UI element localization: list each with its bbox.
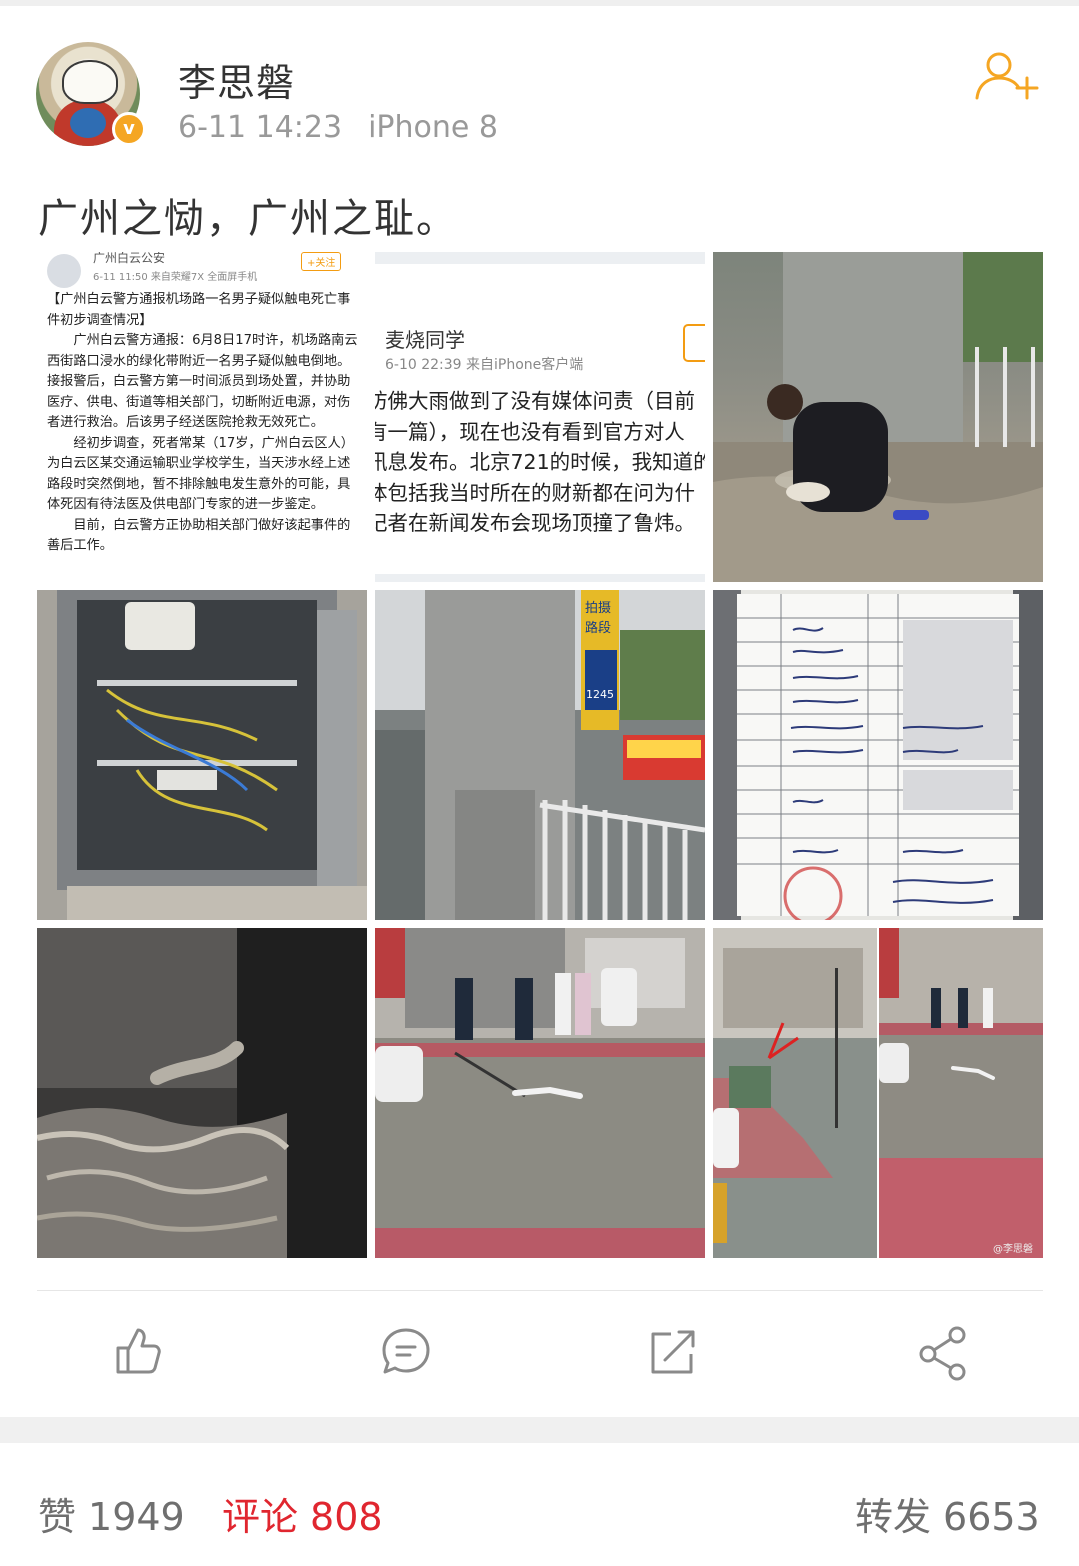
comments-tab[interactable]: 评论 808 — [222, 1486, 383, 1541]
likes-tab[interactable]: 赞 1949 — [38, 1486, 185, 1541]
bus-stop-number: 1245 — [586, 688, 614, 701]
screenshot-body: 彷佛大雨做到了没有媒体问责（目前 有一篇），现在也没有看到官方对人 讯息发布。北… — [375, 386, 705, 539]
screenshot-top-band — [375, 252, 705, 264]
post-time: 6-11 14:23 — [178, 110, 343, 145]
notice-paragraph: 目前，白云警方正协助相关部门做好该起事件的善后工作。 — [47, 517, 351, 554]
screenshot-line: 记者在新闻发布会现场顶撞了鲁炜。 — [375, 511, 695, 535]
screenshot-account: 麦烧同学 — [385, 328, 465, 352]
flood-rescue-photo — [713, 252, 1043, 582]
image-death-certificate[interactable] — [713, 590, 1043, 920]
follow-user-icon[interactable] — [975, 50, 1039, 104]
avatar-robe-emblem — [70, 108, 106, 138]
screenshot-line: 体包括我当时所在的财新都在问为什 — [375, 480, 695, 505]
image-street-pillar[interactable]: 拍摄 路段 1245 — [375, 590, 705, 920]
image-electric-cabinet[interactable] — [37, 590, 367, 920]
notice-follow: +关注 — [301, 252, 342, 271]
street-pillar-photo: 拍摄 路段 1245 — [375, 590, 705, 920]
image-flood-rescue[interactable] — [713, 252, 1043, 582]
image-grid: 广州白云公安 6-11 11:50 来自荣耀7X 全面屏手机 +关注 【广州白云… — [37, 252, 1043, 1258]
likes-count: 1949 — [88, 1495, 185, 1539]
notice-time: 6-11 11:50 来自荣耀7X 全面屏手机 — [93, 272, 258, 283]
comment-icon[interactable] — [376, 1322, 436, 1382]
repost-icon[interactable] — [643, 1322, 703, 1382]
verified-badge-icon: v — [112, 112, 146, 146]
image-street-collage[interactable]: @李思磐 — [713, 928, 1043, 1258]
reposts-count: 6653 — [943, 1495, 1040, 1539]
image-weibo-screenshot[interactable]: 麦烧同学 6-10 22:39 来自iPhone客户端 彷佛大雨做到了没有媒体问… — [375, 252, 705, 582]
notice-account: 广州白云公安 — [93, 252, 166, 265]
notice-avatar — [47, 254, 81, 288]
avatar-cat-face — [62, 60, 118, 104]
screenshot-line: 讯息发布。北京721的时候，我知道的 — [375, 450, 705, 474]
screenshot-line: 彷佛大雨做到了没有媒体问责（目前 — [375, 389, 695, 413]
electric-cabinet-photo — [37, 590, 367, 920]
action-bar — [0, 1322, 1079, 1386]
post-device: iPhone 8 — [368, 110, 498, 145]
comments-count: 808 — [310, 1495, 383, 1539]
post-text: 广州之恸，广州之耻。 — [38, 196, 458, 242]
section-gap — [0, 1417, 1079, 1443]
image-video-frame-dark[interactable] — [37, 928, 367, 1258]
share-icon[interactable] — [913, 1322, 973, 1382]
screenshot-line: 有一篇），现在也没有看到官方对人 — [375, 419, 685, 444]
sign-text-2: 路段 — [585, 620, 611, 636]
street-collage-photo: @李思磐 — [713, 928, 1043, 1258]
reposts-label: 转发 — [855, 1495, 932, 1539]
notice-title: 【广州白云警方通报机场路一名男子疑似触电死亡事件初步调查情况】 — [47, 292, 351, 328]
screenshot-time: 6-10 22:39 来自iPhone客户端 — [385, 357, 584, 373]
reposts-tab[interactable]: 转发 6653 — [855, 1486, 1040, 1541]
actions-divider — [37, 1290, 1043, 1291]
sign-text-1: 拍摄 — [585, 601, 611, 616]
likes-label: 赞 — [38, 1495, 77, 1539]
notice-paragraph: 广州白云警方通报：6月8日17时许，机场路南云西街路口浸水的绿化带附近一名男子疑… — [47, 333, 358, 430]
watermark: @李思磐 — [993, 1242, 1033, 1255]
screenshot-bottom-band — [375, 574, 705, 582]
post-meta: 6-11 14:23 iPhone 8 — [178, 110, 498, 145]
screenshot-follow-icon — [683, 324, 705, 362]
flooded-street-photo — [375, 928, 705, 1258]
comments-label: 评论 — [222, 1495, 299, 1539]
image-flooded-street[interactable] — [375, 928, 705, 1258]
thumbs-up-icon[interactable] — [108, 1322, 168, 1382]
username[interactable]: 李思磐 — [178, 52, 295, 107]
notice-paragraph: 经初步调查，死者常某（17岁，广州白云区人）为白云区某交通运输职业学校学生，当天… — [47, 435, 354, 513]
image-police-notice[interactable]: 广州白云公安 6-11 11:50 来自荣耀7X 全面屏手机 +关注 【广州白云… — [37, 252, 367, 582]
death-certificate-photo — [713, 590, 1043, 920]
top-divider — [0, 0, 1079, 6]
notice-body: 【广州白云警方通报机场路一名男子疑似触电死亡事件初步调查情况】 广州白云警方通报… — [47, 290, 359, 557]
video-frame-dark-photo — [37, 928, 367, 1258]
